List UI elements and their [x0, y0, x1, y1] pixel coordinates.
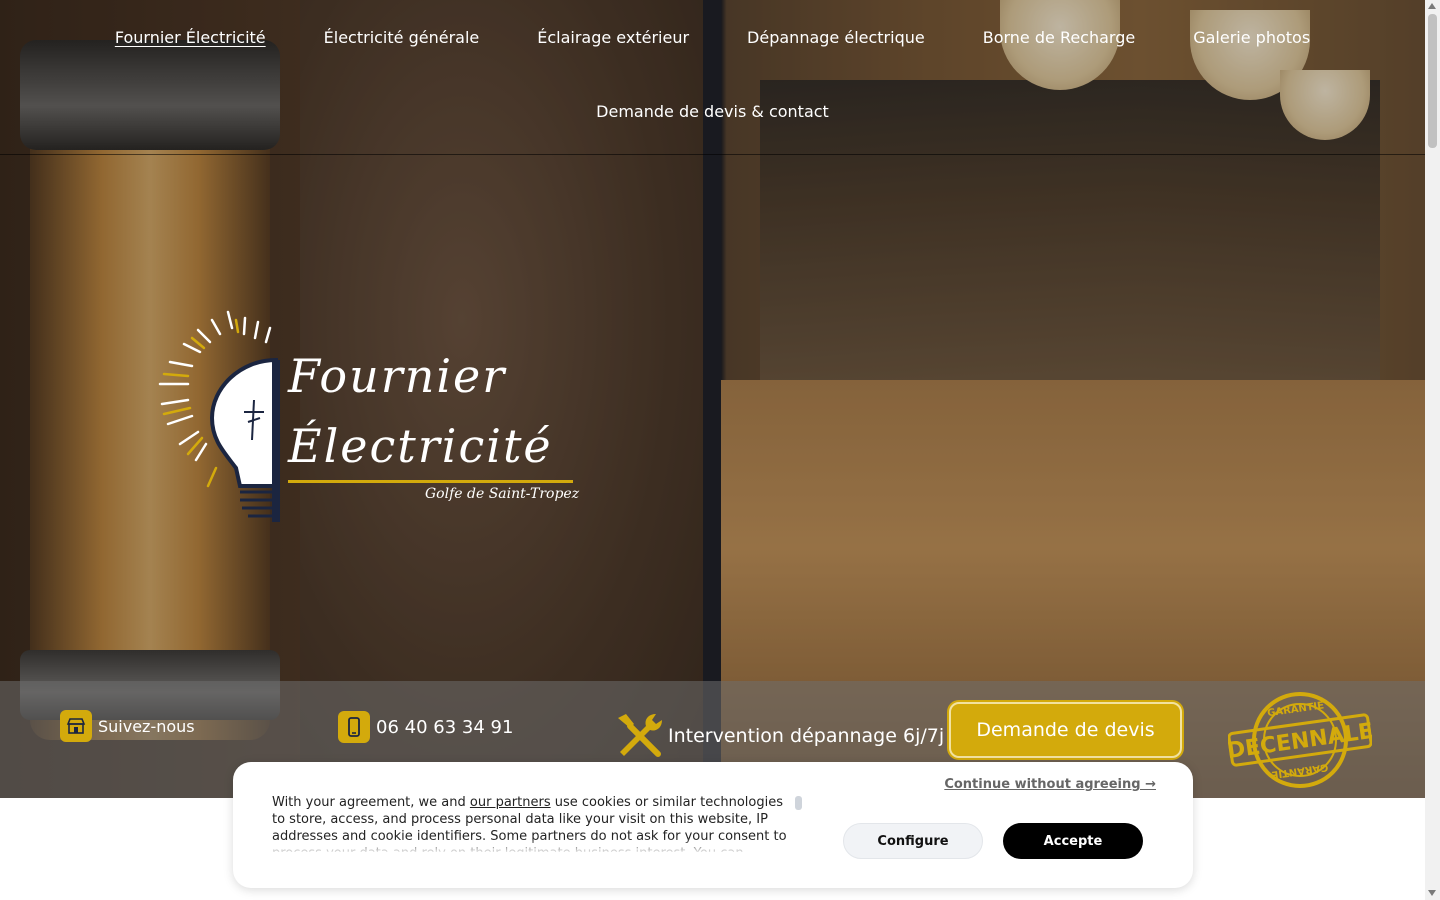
badge-icon: DECENNALE GARANTIE GARANTIE [1228, 692, 1372, 788]
scroll-down-arrow[interactable] [1428, 890, 1436, 896]
logo-title: Fournier Électricité [288, 348, 553, 474]
configure-button[interactable]: Configure [843, 823, 983, 859]
follow-us-link[interactable]: Suivez-nous [60, 710, 195, 742]
cookie-text-intro: With your agreement, we and [272, 795, 470, 810]
quote-request-button[interactable]: Demande de devis [949, 702, 1182, 758]
lightbulb-icon [158, 310, 280, 522]
nav-row-secondary: Demande de devis & contact [0, 102, 1425, 121]
site-logo[interactable]: Fournier Électricité Golfe de Saint-Trop… [140, 300, 590, 530]
scroll-up-arrow[interactable] [1428, 3, 1436, 9]
scrollbar-thumb[interactable] [1428, 14, 1437, 148]
logo-divider [288, 480, 573, 483]
nav-item-home[interactable]: Fournier Électricité [115, 28, 266, 47]
nav-item-repair[interactable]: Dépannage électrique [747, 28, 925, 47]
phone-number: 06 40 63 34 91 [376, 716, 514, 738]
nav-item-photo-gallery[interactable]: Galerie photos [1193, 28, 1310, 47]
badge-bottom-text: GARANTIE [1271, 761, 1329, 780]
nav-item-outdoor-lighting[interactable]: Éclairage extérieur [537, 28, 689, 47]
follow-us-label: Suivez-nous [98, 716, 195, 736]
cookie-text-scrollbar[interactable] [795, 796, 802, 810]
logo-line-1: Fournier [288, 349, 507, 403]
partners-link[interactable]: our partners [470, 795, 551, 810]
logo-line-2: Électricité [288, 419, 553, 473]
continue-without-agreeing-link[interactable]: Continue without agreeing → [944, 777, 1156, 792]
page-scrollbar[interactable] [1425, 0, 1440, 900]
smartphone-icon [338, 711, 370, 743]
nav-item-general-electricity[interactable]: Électricité générale [324, 28, 480, 47]
cookie-text-fade [272, 838, 792, 854]
tools-icon [618, 714, 662, 757]
logo-subtitle: Golfe de Saint-Tropez [425, 486, 580, 502]
nav-row-primary: Fournier Électricité Électricité général… [0, 28, 1425, 47]
accept-button[interactable]: Accepte [1003, 823, 1143, 859]
nav-item-quote-contact[interactable]: Demande de devis & contact [596, 102, 829, 121]
repair-label: Intervention dépannage 6j/7j [668, 725, 945, 747]
main-navigation: Fournier Électricité Électricité général… [0, 0, 1425, 155]
store-icon [60, 710, 92, 742]
cookie-consent-banner: Continue without agreeing → With your ag… [233, 762, 1193, 888]
phone-link[interactable]: 06 40 63 34 91 [338, 711, 513, 743]
repair-info: Intervention dépannage 6j/7j [612, 710, 944, 762]
nav-item-charging-station[interactable]: Borne de Recharge [983, 28, 1136, 47]
